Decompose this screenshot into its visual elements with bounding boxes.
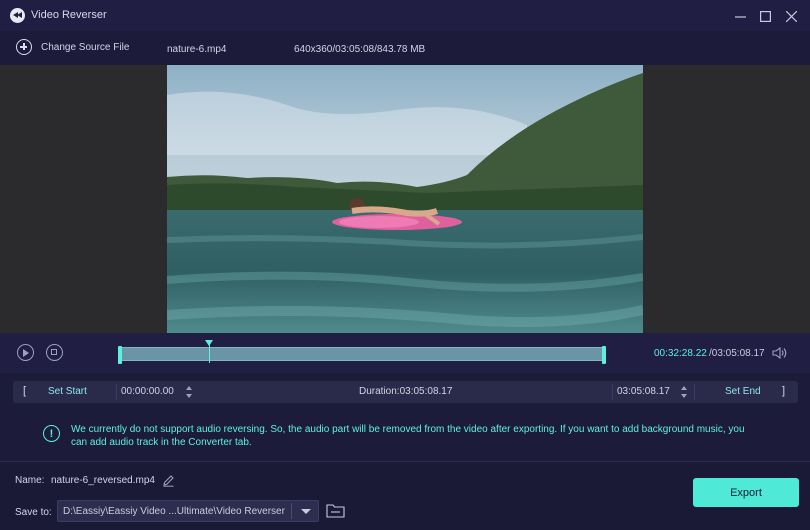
folder-icon xyxy=(326,504,345,518)
end-bracket-icon: ] xyxy=(782,385,786,397)
divider xyxy=(612,384,613,400)
end-time-input[interactable]: 03:05:08.17 xyxy=(617,386,670,397)
current-time: 00:32:28.22 xyxy=(654,348,707,359)
start-trim-handle[interactable] xyxy=(118,346,122,364)
maximize-button[interactable] xyxy=(755,6,775,26)
set-end-button[interactable]: Set End xyxy=(725,386,761,397)
save-path-value: D:\Eassiy\Eassiy Video ...Ultimate\Video… xyxy=(63,506,285,517)
start-time-stepper[interactable] xyxy=(186,383,194,401)
change-source-label: Change Source File xyxy=(41,41,130,53)
output-name: nature-6_reversed.mp4 xyxy=(51,475,155,486)
source-filename: nature-6.mp4 xyxy=(167,44,227,55)
duration-text: Duration:03:05:08.17 xyxy=(359,386,453,397)
set-start-button[interactable]: Set Start xyxy=(48,386,87,397)
divider xyxy=(694,384,695,400)
notice-text: We currently do not support audio revers… xyxy=(71,424,745,448)
add-circle-icon xyxy=(16,39,32,55)
video-frame-image xyxy=(167,65,643,333)
stop-icon xyxy=(51,349,57,355)
divider xyxy=(116,384,117,400)
source-file-info: 640x360/03:05:08/843.78 MB xyxy=(294,44,426,55)
window-title: Video Reverser xyxy=(31,9,107,21)
chevron-down-icon[interactable] xyxy=(301,509,311,514)
timeline-bar: 00:32:28.22 /03:05:08.17 xyxy=(0,333,810,373)
play-button[interactable] xyxy=(17,344,34,361)
total-time: /03:05:08.17 xyxy=(709,348,765,359)
video-preview[interactable] xyxy=(167,65,643,333)
start-time-input[interactable]: 00:00:00.00 xyxy=(121,386,174,397)
open-folder-button[interactable] xyxy=(326,503,345,518)
change-source-file-button[interactable]: Change Source File xyxy=(16,39,129,55)
timeline-track[interactable] xyxy=(118,340,606,364)
output-footer: Name: nature-6_reversed.mp4 Save to: D:\… xyxy=(0,461,810,530)
play-icon xyxy=(23,348,29,357)
end-time-stepper[interactable] xyxy=(681,383,689,401)
preview-area xyxy=(0,65,810,333)
clip-range-bar: [ Set Start 00:00:00.00 Duration:03:05:0… xyxy=(13,381,798,403)
save-to-label: Save to: xyxy=(15,507,52,518)
close-icon xyxy=(785,10,797,22)
close-button[interactable] xyxy=(781,6,801,26)
minimize-icon xyxy=(734,15,746,18)
playhead-marker-icon[interactable] xyxy=(205,340,213,346)
volume-icon xyxy=(772,346,787,360)
name-label: Name: xyxy=(15,475,45,486)
pencil-icon xyxy=(163,475,174,487)
warning-icon: ! xyxy=(43,425,60,442)
end-trim-handle[interactable] xyxy=(602,346,606,364)
title-bar: Video Reverser xyxy=(0,0,810,31)
save-path-dropdown[interactable]: D:\Eassiy\Eassiy Video ...Ultimate\Video… xyxy=(57,500,319,522)
divider xyxy=(291,503,292,519)
maximize-icon xyxy=(759,10,771,22)
stop-button[interactable] xyxy=(46,344,63,361)
source-info-bar: Change Source File nature-6.mp4 640x360/… xyxy=(0,31,810,65)
volume-button[interactable] xyxy=(772,346,788,360)
minimize-button[interactable] xyxy=(730,6,750,26)
app-rewind-icon xyxy=(10,8,25,23)
export-button[interactable]: Export xyxy=(693,478,799,507)
edit-name-button[interactable] xyxy=(162,474,175,487)
start-bracket-icon: [ xyxy=(23,385,27,397)
